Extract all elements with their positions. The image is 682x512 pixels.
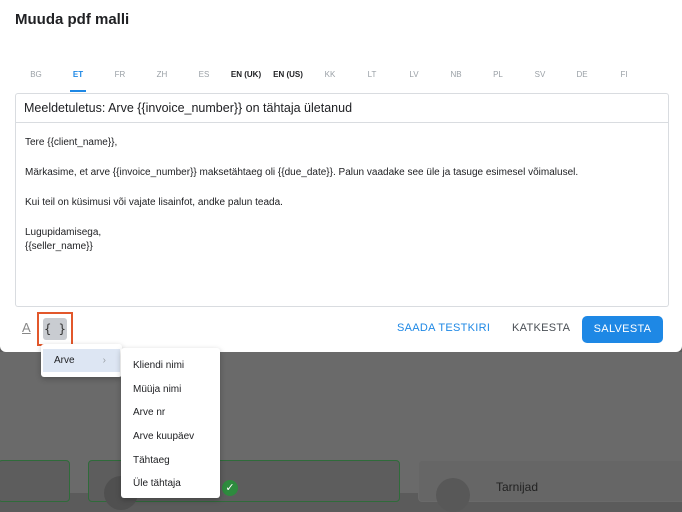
modal-title: Muuda pdf malli	[15, 11, 130, 28]
variable-group-menu: Arve ›	[41, 344, 122, 377]
tab-fr[interactable]: FR	[99, 64, 141, 92]
tab-zh[interactable]: ZH	[141, 64, 183, 92]
tab-pl[interactable]: PL	[477, 64, 519, 92]
tab-lt[interactable]: LT	[351, 64, 393, 92]
tab-lv[interactable]: LV	[393, 64, 435, 92]
tab-en-uk[interactable]: EN (UK)	[225, 64, 267, 92]
tab-es[interactable]: ES	[183, 64, 225, 92]
tab-en-us[interactable]: EN (US)	[267, 64, 309, 92]
text-format-icon[interactable]: A	[22, 320, 31, 335]
variable-menu-item[interactable]: Arve kuupäev	[121, 425, 220, 449]
braces-icon: { }	[43, 318, 67, 340]
send-test-button[interactable]: SAADA TESTKIRI	[397, 322, 490, 334]
save-button[interactable]: SALVESTA	[582, 316, 663, 343]
variable-group-item[interactable]: Arve ›	[43, 349, 120, 372]
body-paragraph: Märkasime, et arve {{invoice_number}} ma…	[25, 167, 579, 178]
tab-sv[interactable]: SV	[519, 64, 561, 92]
tab-fi[interactable]: FI	[603, 64, 645, 92]
variable-submenu: Kliendi nimi Müüja nimi Arve nr Arve kuupäe…	[121, 348, 220, 498]
chevron-right-icon: ›	[102, 355, 106, 366]
tab-et[interactable]: ET	[57, 64, 99, 92]
variable-menu-item[interactable]: Arve nr	[121, 401, 220, 425]
tab-bg[interactable]: BG	[15, 64, 57, 92]
variable-group-label: Arve	[54, 355, 75, 366]
background-card	[0, 460, 70, 502]
language-tabs: BG ET FR ZH ES EN (UK) EN (US) KK LT LV NB PL SV DE FI	[15, 64, 669, 92]
tab-nb[interactable]: NB	[435, 64, 477, 92]
body-signature: {{seller_name}}	[25, 241, 93, 252]
variable-list: Kliendi nimi Müüja nimi Arve nr Arve kuupäe…	[121, 348, 220, 496]
variable-menu-item[interactable]: Kliendi nimi	[121, 354, 220, 378]
background-card-label: Tarnijad	[496, 480, 539, 494]
background-avatar	[436, 478, 470, 512]
tab-de[interactable]: DE	[561, 64, 603, 92]
body-editor[interactable]: Tere {{client_name}}, Märkasime, et arve…	[15, 123, 669, 307]
body-paragraph: Kui teil on küsimusi või vajate lisainfo…	[25, 197, 283, 208]
variable-menu-item[interactable]: Tähtaeg	[121, 449, 220, 473]
edit-pdf-template-modal: Muuda pdf malli BG ET FR ZH ES EN (UK) EN (US)…	[0, 0, 682, 352]
subject-input[interactable]: Meeldetuletus: Arve {{invoice_number}} o…	[15, 93, 669, 123]
body-closing: Lugupidamisega,	[25, 227, 102, 238]
variable-menu-item[interactable]: Müüja nimi	[121, 378, 220, 402]
body-greeting: Tere {{client_name}},	[25, 137, 118, 148]
cancel-button[interactable]: KATKESTA	[512, 322, 570, 334]
tab-kk[interactable]: KK	[309, 64, 351, 92]
insert-variable-button[interactable]: { }	[37, 312, 73, 346]
check-icon: ✓	[222, 480, 238, 496]
